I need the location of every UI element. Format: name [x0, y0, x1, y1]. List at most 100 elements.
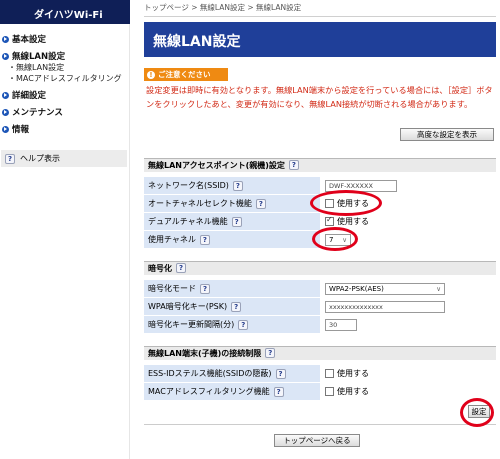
chevron-down-icon: ∨ [436, 284, 441, 293]
dual-channel-checkbox[interactable] [325, 215, 334, 226]
notice-badge-label: ご注意ください [158, 70, 211, 79]
sidebar-item-label: 情報 [12, 125, 30, 135]
help-icon[interactable]: ? [275, 368, 286, 379]
row-value: 使用する [321, 195, 496, 212]
section-header-ap: 無線LANアクセスポイント(親機)設定? [144, 158, 496, 172]
row-channel: 使用チャネル? 7 ∨ [144, 231, 496, 248]
arrow-bullet-icon [2, 91, 9, 99]
row-ssid: ネットワーク名(SSID)? DWF-XXXXXX [144, 177, 496, 194]
checkbox-label: 使用する [337, 387, 369, 396]
brand-title: ダイハツWi-Fi [0, 0, 130, 24]
ssid-input[interactable]: DWF-XXXXXX [325, 179, 397, 192]
arrow-bullet-icon [2, 108, 9, 116]
psk-input[interactable]: xxxxxxxxxxxxxx [325, 300, 445, 313]
set-button[interactable]: 設定 [468, 405, 490, 418]
row-dual-channel: デュアルチャネル機能? 使用する [144, 213, 496, 230]
help-icon[interactable]: ? [199, 234, 210, 245]
help-icon[interactable]: ? [273, 386, 284, 397]
label-text: 暗号化モード [148, 284, 196, 293]
label-text: WPA暗号化キー(PSK) [148, 302, 228, 311]
sidebar-subitem-wlan[interactable]: ・無線LAN設定 [0, 62, 130, 73]
row-psk: WPA暗号化キー(PSK)? xxxxxxxxxxxxxx [144, 298, 496, 315]
sidebar-item-info[interactable]: 情報 [0, 123, 130, 135]
label-text: オートチャネルセレクト機能 [148, 199, 252, 208]
label-text: デュアルチャネル機能 [148, 217, 228, 226]
row-value: 使用する [321, 383, 496, 400]
row-stealth: ESS-IDステルス機能(SSIDの隠蔽)? 使用する [144, 365, 496, 382]
sidebar-nav: 基本設定 無線LAN設定 ・無線LAN設定 ・MACアドレスフィルタリング 詳細… [0, 28, 130, 135]
help-icon[interactable]: ? [176, 263, 186, 273]
row-label: ネットワーク名(SSID)? [144, 177, 320, 194]
sidebar-subitem-label: 無線LAN設定 [16, 63, 65, 72]
help-display-label: ヘルプ表示 [20, 154, 60, 163]
section-title: 無線LAN端末(子機)の接続制限 [148, 348, 262, 358]
label-text: 使用チャネル [148, 235, 196, 244]
row-value: 使用する [321, 365, 496, 382]
row-key-interval: 暗号化キー更新間隔(分)? 30 [144, 316, 496, 333]
arrow-bullet-icon [2, 52, 9, 60]
section-header-encryption: 暗号化? [144, 261, 496, 275]
row-value: 30 [321, 316, 496, 333]
label-text: ESS-IDステルス機能(SSIDの隠蔽) [148, 369, 272, 378]
label-text: 暗号化キー更新間隔(分) [148, 320, 235, 329]
row-label: 使用チャネル? [144, 231, 320, 248]
row-value: DWF-XXXXXX [321, 177, 496, 194]
arrow-bullet-icon [2, 125, 9, 133]
divider [144, 16, 496, 17]
checkbox-label: 使用する [337, 217, 369, 226]
sidebar-item-label: 詳細設定 [12, 91, 47, 101]
sidebar-item-detail[interactable]: 詳細設定 [0, 89, 130, 101]
back-to-top-button[interactable]: トップページへ戻る [274, 434, 360, 447]
help-icon[interactable]: ? [265, 348, 276, 358]
sidebar-subitem-mac[interactable]: ・MACアドレスフィルタリング [0, 73, 130, 84]
sidebar-item-maintenance[interactable]: メンテナンス [0, 106, 130, 118]
row-label: オートチャネルセレクト機能? [144, 195, 320, 212]
section-title: 無線LANアクセスポイント(親機)設定 [148, 160, 285, 170]
row-value: 7 ∨ [321, 231, 496, 248]
row-value: xxxxxxxxxxxxxx [321, 298, 496, 315]
help-icon[interactable]: ? [232, 180, 243, 191]
row-auto-channel: オートチャネルセレクト機能? 使用する [144, 195, 496, 212]
row-label: 暗号化モード? [144, 280, 320, 297]
help-icon[interactable]: ? [231, 301, 242, 312]
auto-channel-checkbox[interactable] [325, 199, 334, 208]
arrow-bullet-icon [2, 35, 9, 43]
sidebar: ダイハツWi-Fi 基本設定 無線LAN設定 ・無線LAN設定 ・MACアドレス… [0, 0, 130, 459]
help-icon[interactable]: ? [255, 198, 266, 209]
sidebar-item-label: 無線LAN設定 [12, 52, 66, 62]
help-display-button[interactable]: ? ヘルプ表示 [1, 150, 127, 167]
key-interval-input[interactable]: 30 [325, 318, 357, 331]
row-mac-filter: MACアドレスフィルタリング機能? 使用する [144, 383, 496, 400]
help-icon[interactable]: ? [231, 216, 242, 227]
section-title: 暗号化 [148, 263, 172, 273]
sidebar-item-basic[interactable]: 基本設定 [0, 33, 130, 45]
chevron-down-icon: ∨ [342, 235, 347, 244]
sidebar-item-label: 基本設定 [12, 35, 47, 45]
checkbox-label: 使用する [337, 199, 369, 208]
main-content: トップページ > 無線LAN設定 > 無線LAN設定 無線LAN設定 ! ご注意く… [144, 0, 496, 459]
breadcrumb: トップページ > 無線LAN設定 > 無線LAN設定 [144, 3, 302, 12]
section-header-restriction: 無線LAN端末(子機)の接続制限? [144, 346, 496, 360]
help-icon: ? [5, 153, 15, 164]
mac-filter-checkbox[interactable] [325, 387, 334, 396]
checkbox-label: 使用する [337, 369, 369, 378]
label-text: MACアドレスフィルタリング機能 [148, 387, 270, 396]
show-advanced-button[interactable]: 高度な設定を表示 [400, 128, 494, 141]
help-icon[interactable]: ? [238, 319, 249, 330]
row-label: デュアルチャネル機能? [144, 213, 320, 230]
row-label: MACアドレスフィルタリング機能? [144, 383, 320, 400]
help-icon[interactable]: ? [200, 283, 210, 294]
channel-select[interactable]: 7 ∨ [325, 233, 351, 246]
notice-badge: ! ご注意ください [144, 68, 228, 81]
encryption-mode-select[interactable]: WPA2-PSK(AES) ∨ [325, 282, 445, 295]
row-value: WPA2-PSK(AES) ∨ [321, 280, 496, 297]
sidebar-subitem-label: MACアドレスフィルタリング [16, 74, 122, 83]
stealth-checkbox[interactable] [325, 369, 334, 378]
row-label: 暗号化キー更新間隔(分)? [144, 316, 320, 333]
row-value: 使用する [321, 213, 496, 230]
row-enc-mode: 暗号化モード? WPA2-PSK(AES) ∨ [144, 280, 496, 297]
sidebar-item-label: メンテナンス [12, 108, 63, 118]
help-icon[interactable]: ? [288, 160, 299, 170]
sidebar-item-wlan[interactable]: 無線LAN設定 [0, 50, 130, 62]
channel-value: 7 [329, 235, 334, 244]
